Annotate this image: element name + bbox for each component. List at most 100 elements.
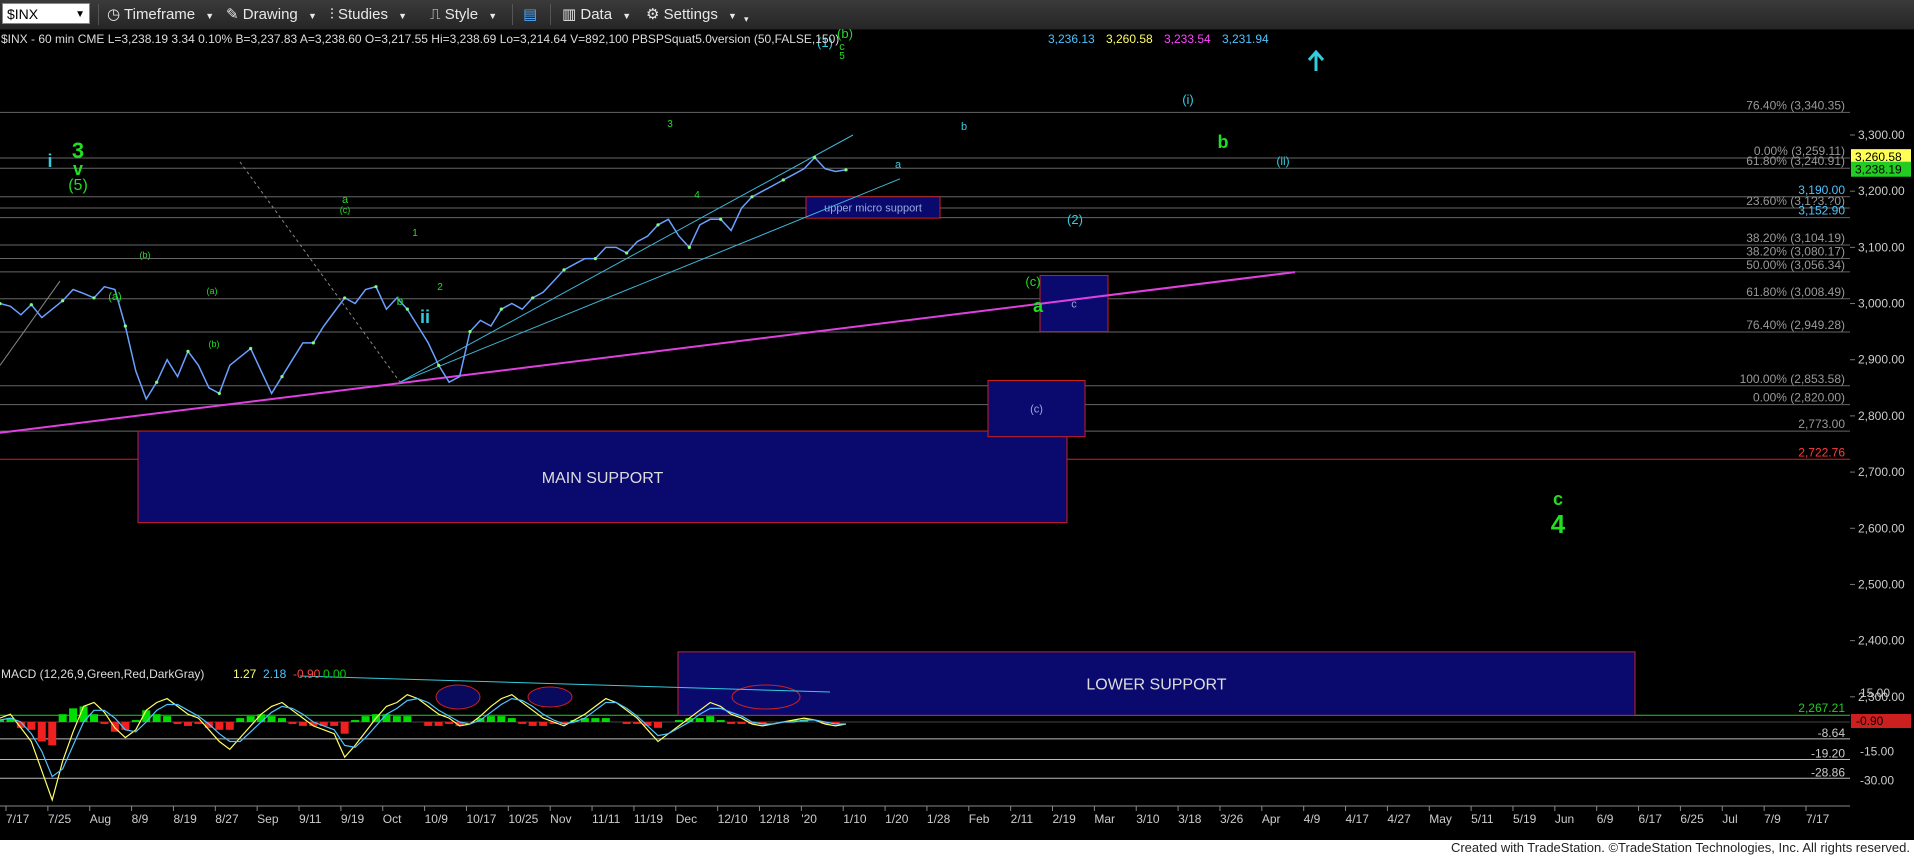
studies-label: Studies	[337, 6, 388, 23]
fib-label: 50.00% (3,056.34)	[1746, 258, 1845, 272]
macd-hist-bar	[90, 714, 98, 722]
x-tick-label: 1/10	[843, 812, 867, 826]
x-tick-label: Sep	[257, 812, 279, 826]
x-tick-label: 6/9	[1597, 812, 1614, 826]
price-point	[217, 391, 221, 396]
price-point	[186, 349, 190, 353]
macd-header-value: 2.18	[263, 667, 287, 681]
y-tick-label: 2,400.00	[1858, 634, 1905, 648]
footer: Created with TradeStation. ©TradeStation…	[0, 840, 1914, 856]
macd-y-label: 15.00	[1860, 686, 1890, 700]
price-point	[437, 363, 441, 367]
macd-hist-bar	[278, 718, 286, 722]
data-button[interactable]: ▥ Data ▼	[562, 4, 631, 25]
fib-label: 76.40% (2,949.28)	[1746, 318, 1845, 332]
support-box-label: LOWER SUPPORT	[1086, 677, 1226, 694]
chevron-down-icon: ▼	[398, 11, 408, 21]
drawing-button[interactable]: ✎ Drawing ▼	[226, 4, 317, 25]
macd-hist-bar	[591, 718, 600, 722]
wave-label: a	[895, 159, 902, 171]
price-point	[468, 330, 472, 334]
support-box-label: upper micro support	[824, 202, 922, 214]
x-tick-label: 10/25	[508, 812, 538, 826]
macd-hist-bar	[37, 722, 46, 742]
layout-button[interactable]: ▤	[523, 4, 537, 25]
studies-icon: ⫶	[330, 6, 334, 23]
x-tick-label: Mar	[1094, 812, 1115, 826]
macd-hist-bar	[69, 708, 78, 722]
y-tick-label: 3,100.00	[1858, 240, 1905, 254]
fib-label: 2,722.76	[1798, 445, 1845, 459]
macd-hist-bar	[215, 722, 224, 730]
symbol-header: $INX - 60 min CME L=3,238.19 3.34 0.10% …	[1, 32, 839, 46]
x-tick-label: 11/19	[634, 812, 663, 826]
chevron-down-icon: ▼	[307, 11, 317, 21]
y-tick-label: 2,800.00	[1858, 409, 1905, 423]
x-tick-label: 2/19	[1053, 812, 1077, 826]
x-tick-label: 8/27	[215, 812, 239, 826]
macd-hist-bar	[622, 722, 631, 724]
x-tick-label: Feb	[969, 812, 990, 826]
x-tick-label: Oct	[383, 812, 402, 826]
price-point	[625, 251, 629, 255]
wave-label: (b)	[209, 339, 220, 349]
wave-label: 5	[839, 51, 845, 62]
drawing-label: Drawing	[242, 6, 298, 23]
separator	[550, 4, 551, 25]
chevron-down-icon[interactable]: ▼	[75, 4, 85, 25]
price-point	[593, 256, 597, 261]
x-tick-label: 1/20	[885, 812, 909, 826]
toolbar: $INX ▼ ◷ Timeframe ▼ ✎ Drawing ▼ ⫶ Studi…	[0, 0, 1914, 30]
macd-header: MACD (12,26,9,Green,Red,DarkGray)	[1, 667, 204, 681]
y-tick-label: 2,500.00	[1858, 577, 1905, 591]
style-label: Style	[444, 6, 479, 23]
fib-label: 76.40% (3,340.35)	[1746, 98, 1845, 112]
macd-hist-bar	[58, 714, 67, 722]
x-tick-label: 5/11	[1471, 812, 1494, 826]
macd-hist-bar	[445, 722, 454, 724]
macd-hist-bar	[236, 718, 245, 722]
macd-hist-bar	[194, 722, 203, 724]
price-point	[123, 324, 127, 328]
x-tick-label: Nov	[550, 812, 571, 826]
price-chart[interactable]: 76.40% (3,340.35)0.00% (3,259.11)61.80% …	[0, 29, 1914, 840]
x-tick-label: 5/19	[1513, 812, 1537, 826]
price-series	[0, 156, 847, 401]
settings-button[interactable]: ⚙ Settings ▼	[646, 4, 737, 25]
gear-icon: ⚙	[646, 6, 660, 23]
macd-y-label: -30.00	[1860, 774, 1894, 788]
wave-label: (b)	[140, 250, 151, 260]
studies-button[interactable]: ⫶ Studies ▼	[330, 4, 407, 25]
x-tick-label: 1/28	[927, 812, 951, 826]
price-point	[656, 223, 660, 227]
x-tick-label: May	[1429, 812, 1452, 826]
thin-line	[0, 280, 61, 366]
macd-hist-bar	[497, 716, 506, 722]
wave-label: (i)	[1182, 92, 1194, 107]
up-arrow-icon	[1307, 49, 1325, 71]
style-button[interactable]: ⎍ Style ▼	[430, 4, 497, 25]
macd-hist-bar	[424, 722, 433, 726]
macd-hist-bar	[288, 722, 297, 724]
pencil-icon: ✎	[226, 6, 239, 23]
separator	[512, 4, 513, 25]
x-tick-label: Jun	[1555, 812, 1574, 826]
macd-hist-bar	[507, 718, 516, 722]
bar-chart-icon: ▥	[562, 6, 577, 23]
support-box-label: MAIN SUPPORT	[542, 470, 664, 487]
price-point	[92, 296, 96, 300]
x-tick-label: Apr	[1262, 812, 1281, 826]
overflow-icon[interactable]: ▾	[744, 9, 749, 30]
symbol-input[interactable]: $INX ▼	[2, 3, 90, 24]
macd-hist-bar	[633, 722, 642, 724]
fib-label: 61.80% (3,240.91)	[1746, 154, 1845, 168]
macd-level-label: -28.86	[1811, 765, 1845, 779]
x-tick-label: '20	[801, 812, 817, 826]
chevron-down-icon: ▼	[728, 11, 737, 21]
timeframe-button[interactable]: ◷ Timeframe ▼	[107, 4, 214, 25]
wave-label: (a)	[207, 286, 218, 296]
wave-label: (2)	[1067, 212, 1083, 227]
price-point	[29, 303, 33, 307]
macd-highlight	[435, 684, 481, 710]
wave-label: (c)	[340, 205, 351, 215]
